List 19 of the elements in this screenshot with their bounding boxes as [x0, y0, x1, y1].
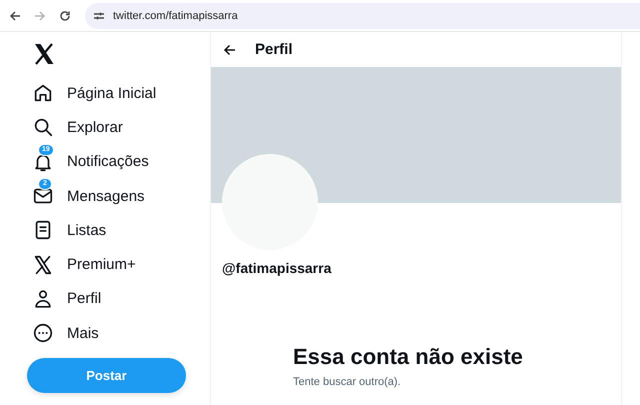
nav-item[interactable]: Premium+ [31, 247, 136, 282]
back-icon[interactable] [8, 10, 20, 22]
empty-state-subtitle: Tente buscar outro(a). [293, 376, 401, 388]
more-icon [32, 322, 54, 344]
nav-item[interactable]: Explorar [31, 110, 123, 145]
header-title: Perfil [255, 41, 293, 58]
nav-item[interactable]: Página Inicial [31, 76, 156, 110]
empty-state-title: Essa conta não existe [293, 344, 523, 370]
nav-item[interactable]: Perfil [31, 282, 102, 316]
search-icon [32, 116, 54, 138]
x-logo-icon [32, 254, 54, 276]
nav-item[interactable]: Listas [31, 213, 106, 248]
url-text[interactable]: twitter.com/fatimapissarra [113, 10, 238, 22]
x-logo-icon[interactable] [32, 42, 56, 66]
profile-handle: @fatimapissarra [222, 260, 332, 276]
reload-icon[interactable] [58, 10, 70, 22]
site-settings-icon[interactable] [93, 10, 105, 20]
back-arrow-icon[interactable] [223, 44, 236, 56]
nav-item[interactable]: Mais [31, 316, 99, 350]
